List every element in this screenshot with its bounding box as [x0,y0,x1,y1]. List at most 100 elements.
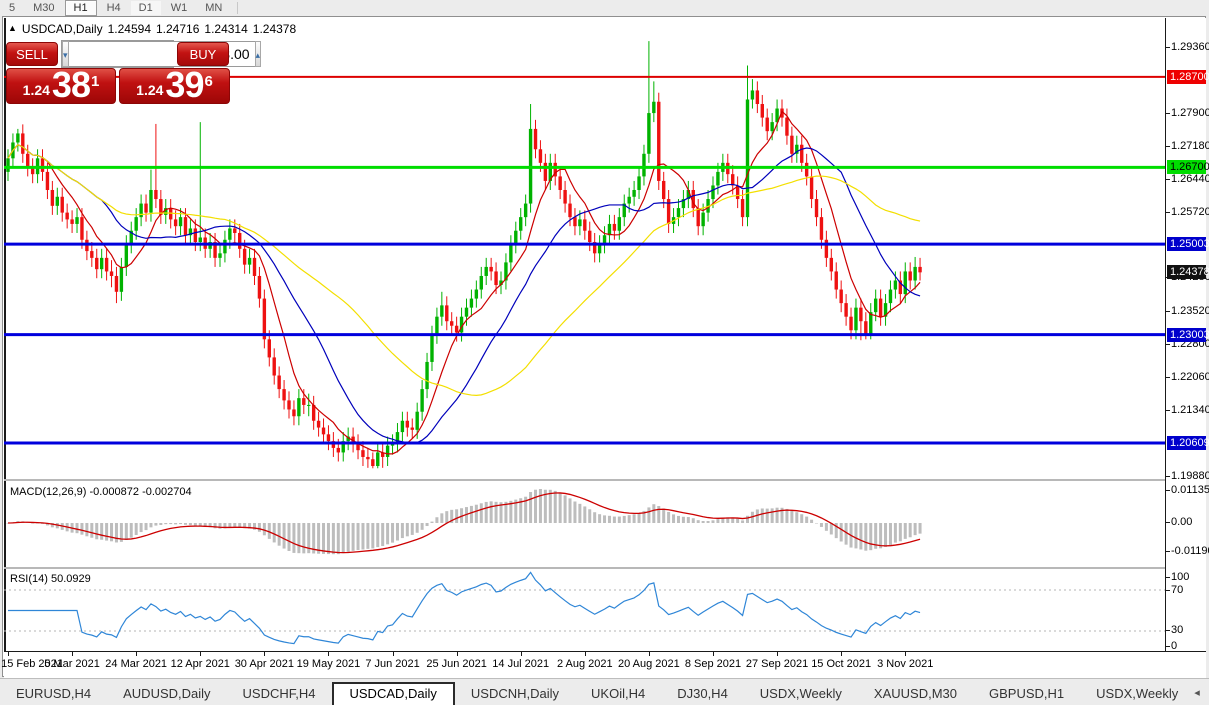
candle-body [154,190,157,199]
candle-body [573,217,576,226]
axis-tick-mark [1166,212,1170,213]
macd-histogram-bar [716,519,719,523]
current-price-badge: 1.24378 [1167,265,1206,279]
axis-tick-mark [1166,344,1170,345]
level-price-badge: 1.28700 [1167,70,1206,84]
candle-body [105,258,108,272]
candle-body [302,398,305,405]
date-tick-mark [457,652,458,656]
candle-body [139,204,142,218]
candle-body [268,339,271,357]
rsi-pane-splitter[interactable] [4,567,1165,569]
level-price-badge: 1.23003 [1167,328,1206,342]
chart-tab-usdx-weekly[interactable]: USDX,Weekly [1080,683,1194,705]
level-price-badge: 1.25003 [1167,237,1206,251]
date-tick-mark [264,652,265,656]
macd-pane-splitter[interactable] [4,479,1165,481]
macd-histogram-bar [154,523,157,526]
macd-histogram-bar [169,523,172,524]
period-button-h4[interactable]: H4 [99,1,129,15]
macd-histogram-bar [145,523,148,530]
macd-histogram-bar [554,491,557,523]
chart-tab-usdcnh-daily[interactable]: USDCNH,Daily [455,683,575,705]
candle-body [908,271,911,280]
tab-scroll-left-icon[interactable]: ◂ [1194,686,1200,699]
candle-body [613,224,616,231]
macd-histogram-bar [707,521,710,523]
macd-histogram-bar [771,508,774,523]
chart-tab-dj30-h4[interactable]: DJ30,H4 [661,683,744,705]
candle-body [401,421,404,432]
period-button-w1[interactable]: W1 [163,1,196,15]
collapse-triangle-icon[interactable]: ▲ [8,23,17,33]
macd-histogram-bar [593,512,596,523]
axis-tick-mark [1166,113,1170,114]
candle-body [830,258,833,272]
period-button-5[interactable]: 5 [1,1,23,15]
candle-body [100,258,103,269]
candle-body [869,312,872,335]
price-axis-label: 1.19880 [1171,470,1209,482]
chart-tab-eurusd-h4[interactable]: EURUSD,H4 [0,683,107,705]
chart-tab-usdcad-daily[interactable]: USDCAD,Daily [332,682,455,705]
period-toolbar: 5M30H1H4D1W1MN [0,0,1209,16]
chart-tab-audusd-daily[interactable]: AUDUSD,Daily [107,683,226,705]
period-button-d1[interactable]: D1 [131,1,161,15]
buy-price-button[interactable]: 1.24 39 6 [119,68,230,104]
candle-body [179,217,182,226]
axis-tick-mark [1166,179,1170,180]
chart-tab-xauusd-m30[interactable]: XAUUSD,M30 [858,683,973,705]
chart-tab-usdchf-h4[interactable]: USDCHF,H4 [227,683,332,705]
date-tick-mark [72,652,73,656]
rsi-axis-label: 70 [1171,584,1183,596]
macd-axis-label: -0.01190 [1171,545,1209,557]
candle-body [415,412,418,430]
macd-histogram-bar [569,498,572,523]
sell-button[interactable]: SELL [6,42,58,66]
period-button-mn[interactable]: MN [197,1,230,15]
macd-histogram-bar [100,523,103,540]
candle-body [859,308,862,322]
date-axis[interactable]: 15 Feb 20215 Mar 202124 Mar 202112 Apr 2… [4,651,1206,678]
macd-histogram-bar [662,509,665,523]
buy-button[interactable]: BUY [177,42,229,66]
sell-price-button[interactable]: 1.24 38 1 [6,68,116,104]
toolbar-divider [237,2,238,14]
quote-high: 1.24716 [156,22,199,36]
volume-increase-button[interactable]: ▴ [255,41,262,67]
candle-body [420,389,423,412]
candle-body [563,190,566,204]
macd-histogram-bar [677,516,680,523]
macd-histogram-bar [559,493,562,523]
candle-body [61,197,64,213]
macd-histogram-bar [810,520,813,523]
date-tick-mark [328,652,329,656]
period-button-m30[interactable]: M30 [25,1,62,15]
candle-body [514,231,517,245]
macd-histogram-bar [785,509,788,523]
candle-body [253,258,256,276]
candle-body [95,258,98,269]
macd-histogram-bar [633,514,636,523]
macd-histogram-bar [386,523,389,544]
chart-tab-gbpusd-h1[interactable]: GBPUSD,H1 [973,683,1080,705]
macd-histogram-bar [667,512,670,523]
sell-price-big: 38 [52,68,90,102]
candle-body [558,176,561,190]
price-axis[interactable]: 1.293601.279001.271801.264401.257201.242… [1165,18,1206,651]
candle-body [297,398,300,416]
rsi-indicator-chart[interactable] [4,569,1165,651]
macd-histogram-bar [278,523,281,546]
macd-histogram-bar [376,523,379,547]
chart-tab-usdx-weekly[interactable]: USDX,Weekly [744,683,858,705]
period-button-h1[interactable]: H1 [65,0,97,16]
candle-body [588,231,591,242]
macd-histogram-bar [347,523,350,552]
axis-tick-mark [1166,630,1170,631]
candle-body [805,163,808,177]
chart-tab-ukoil-h4[interactable]: UKOil,H4 [575,683,661,705]
candle-body [110,271,113,276]
date-tick-mark [585,652,586,656]
macd-histogram-bar [859,523,862,549]
candle-body [746,99,749,217]
